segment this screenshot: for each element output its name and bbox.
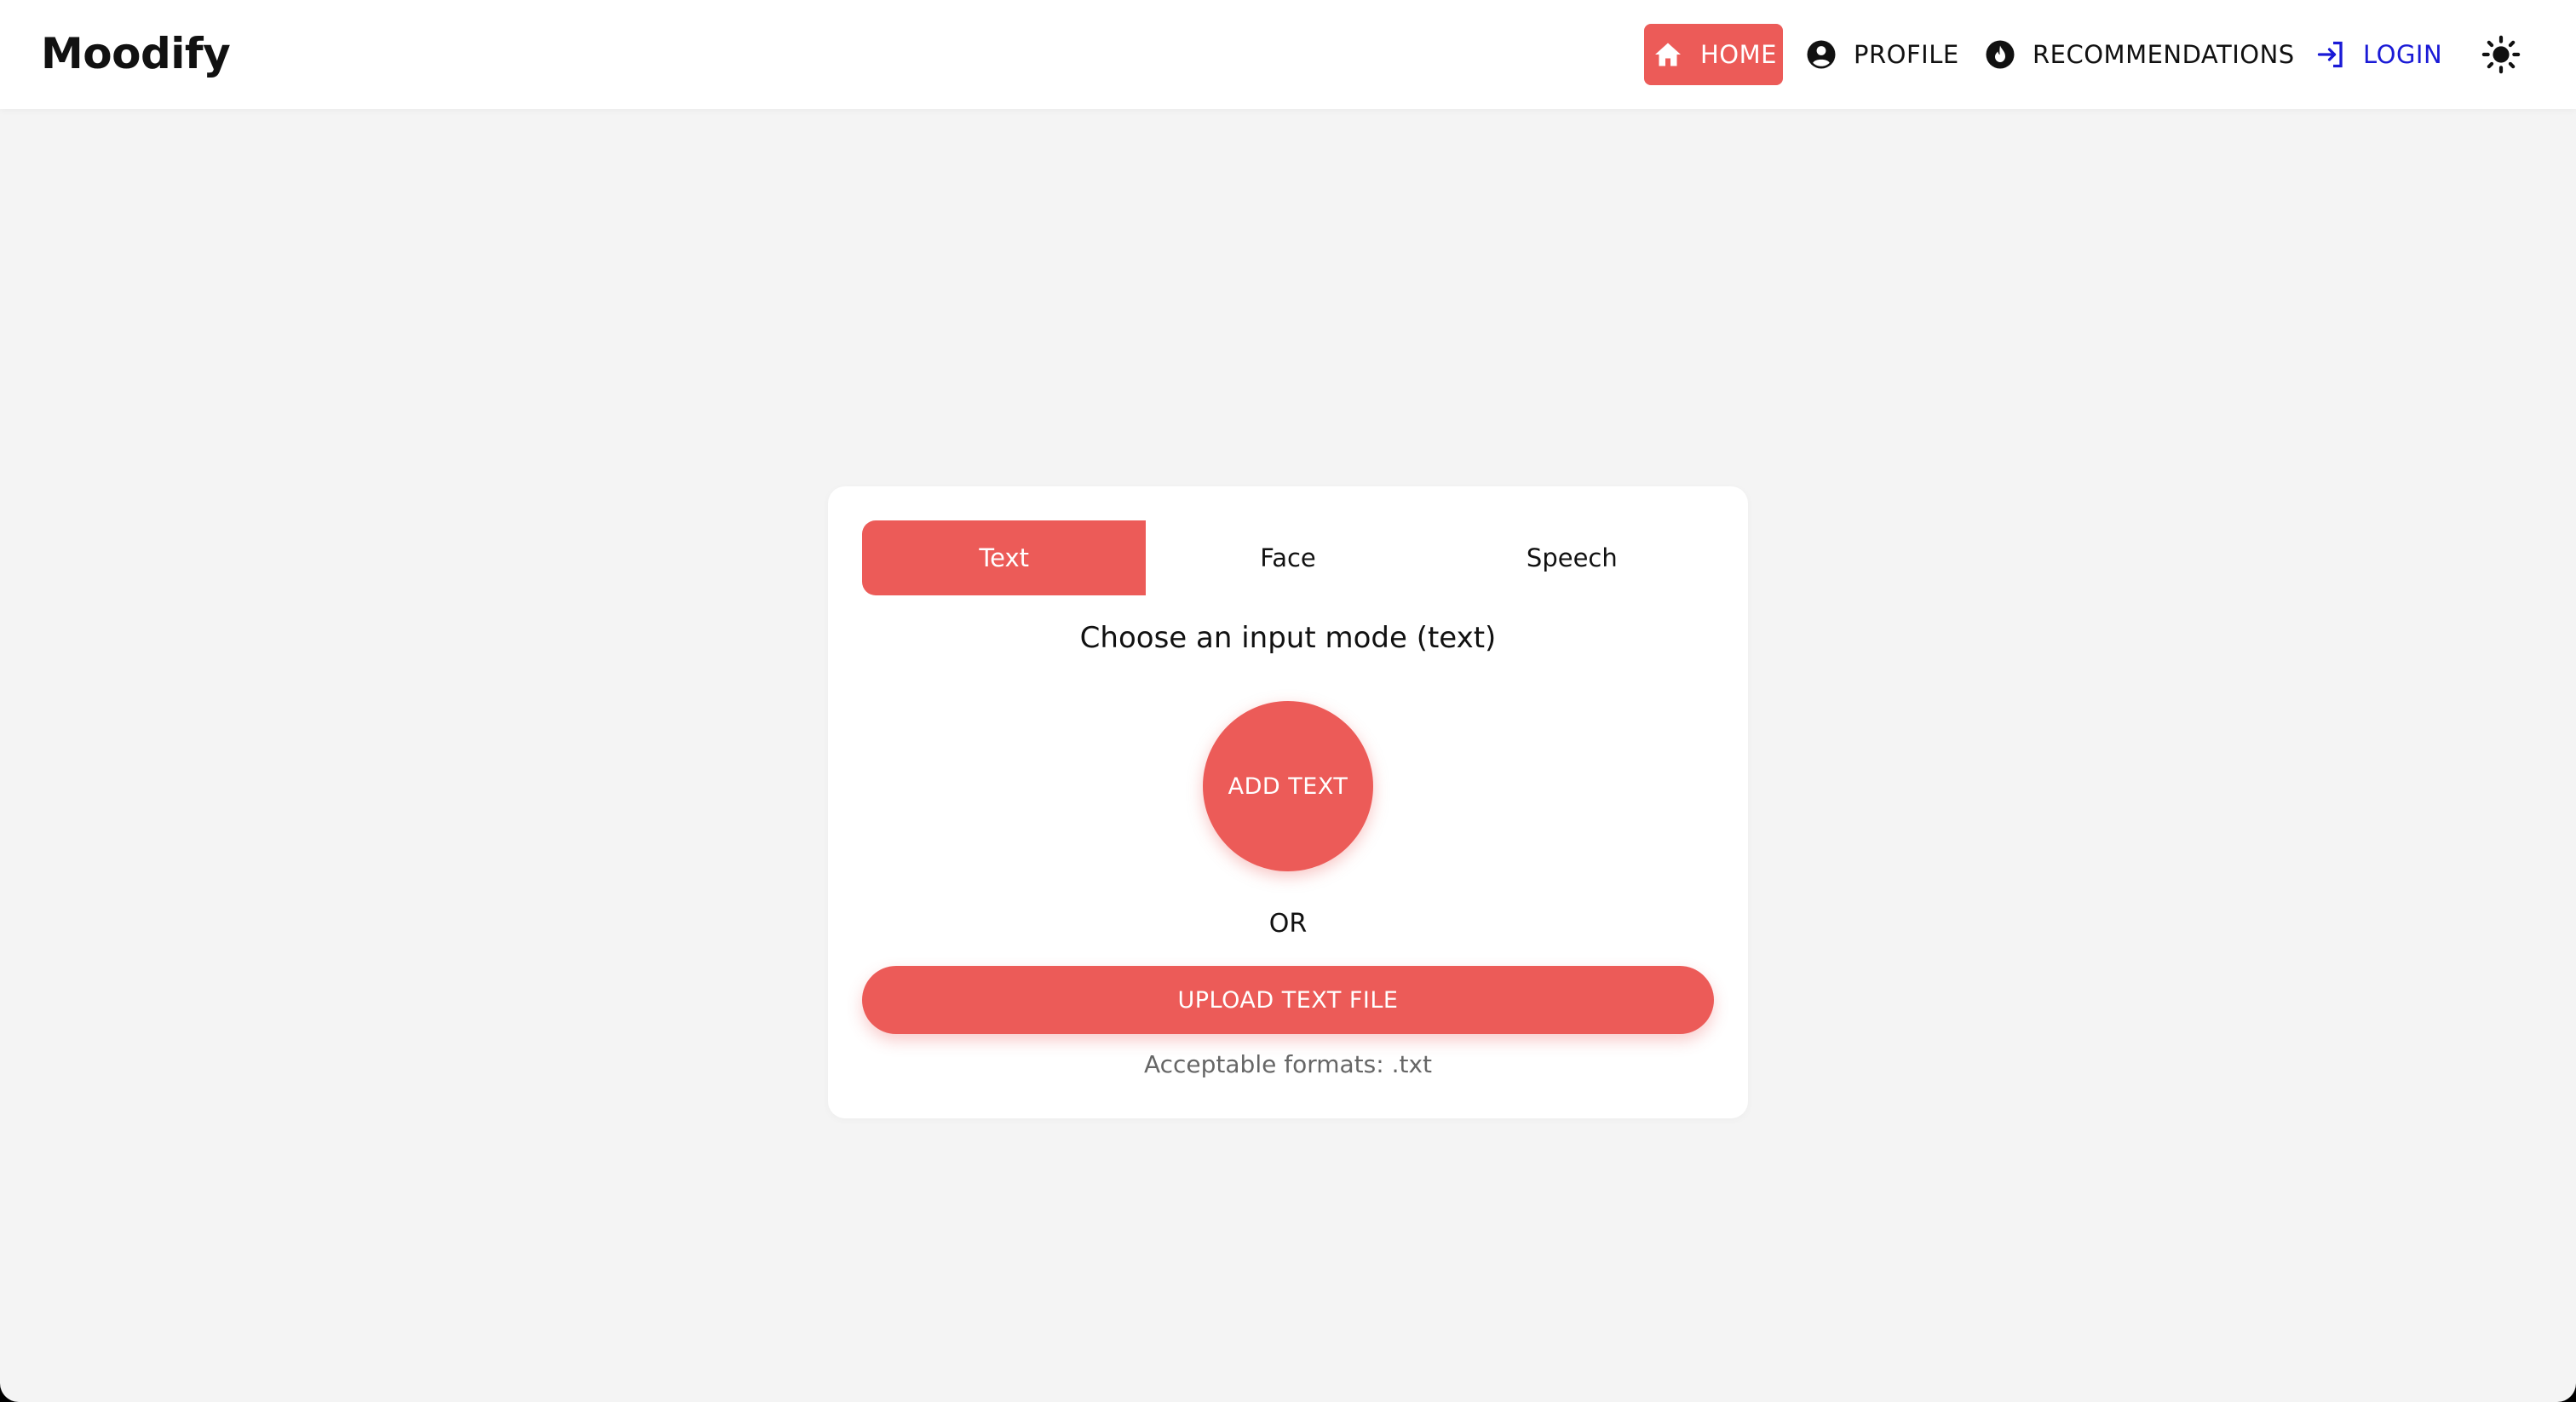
acceptable-formats-note: Acceptable formats: .txt [1143, 1050, 1433, 1078]
nav-recommendations-label: RECOMMENDATIONS [2033, 40, 2295, 69]
nav-login-label: LOGIN [2363, 40, 2443, 69]
fire-icon [1986, 40, 2015, 69]
top-navbar: Moodify HOME PROFILE RECOMMENDATIONS LOG… [0, 0, 2576, 109]
page: Moodify HOME PROFILE RECOMMENDATIONS LOG… [0, 0, 2576, 1402]
nav-login-button[interactable]: LOGIN [2315, 24, 2442, 85]
nav-profile-label: PROFILE [1854, 40, 1959, 69]
upload-text-file-button[interactable]: UPLOAD TEXT FILE [862, 966, 1714, 1034]
home-icon [1655, 43, 1681, 66]
login-icon [2317, 41, 2343, 68]
nav-home-label: HOME [1700, 40, 1777, 69]
or-divider-label: OR [1268, 909, 1308, 939]
user-circle-icon [1807, 40, 1836, 69]
input-mode-card: Text Face Speech Choose an input mode (t… [828, 486, 1748, 1118]
sun-icon [2481, 35, 2521, 74]
theme-toggle-button[interactable] [2479, 24, 2523, 85]
tab-speech[interactable]: Speech [1430, 520, 1714, 595]
input-mode-heading: Choose an input mode (text) [1079, 621, 1497, 655]
input-mode-tabs: Text Face Speech [862, 520, 1714, 595]
add-text-button[interactable]: ADD TEXT [1203, 701, 1373, 871]
nav-profile-button[interactable]: PROFILE [1806, 24, 1959, 85]
nav-recommendations-button[interactable]: RECOMMENDATIONS [1985, 24, 2295, 85]
tab-text[interactable]: Text [862, 520, 1147, 595]
brand-logo[interactable]: Moodify [41, 26, 231, 82]
tab-face[interactable]: Face [1146, 520, 1429, 595]
nav-home-button[interactable]: HOME [1644, 24, 1783, 85]
